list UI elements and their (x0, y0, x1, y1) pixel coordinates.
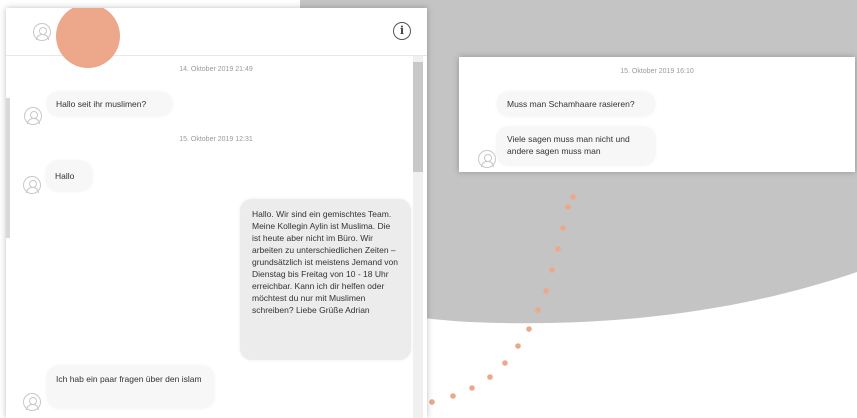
info-icon[interactable]: i (393, 22, 411, 40)
sender-avatar-icon (23, 393, 41, 411)
sender-avatar-icon (24, 107, 42, 125)
chat-window-snippet: 15. Oktober 2019 16:10 Muss man Schamhaa… (459, 57, 855, 172)
timestamp: 15. Oktober 2019 16:10 (620, 68, 694, 75)
accent-circle (56, 8, 120, 68)
message-bubble-incoming: Ich hab ein paar fragen über den islam (47, 366, 214, 408)
message-bubble-incoming: Viele sagen muss man nicht und andere sa… (497, 127, 655, 165)
sender-avatar-icon (478, 150, 496, 168)
timestamp: 15. Oktober 2019 12:31 (179, 136, 253, 143)
sender-avatar-icon (23, 176, 41, 194)
message-bubble-outgoing: Hallo. Wir sind ein gemischtes Team. Mei… (240, 199, 411, 360)
timestamp: 14. Oktober 2019 21:49 (179, 66, 253, 73)
message-bubble-incoming: Hallo seit ihr muslimen? (47, 92, 172, 116)
chat-window-main: i 14. Oktober 2019 21:49 Hallo seit ihr … (6, 8, 427, 418)
left-edge-indicator (6, 98, 10, 238)
scrollbar-thumb[interactable] (413, 62, 423, 172)
user-avatar-icon[interactable] (33, 23, 51, 41)
message-bubble-incoming: Muss man Schamhaare rasieren? (497, 92, 655, 116)
scrollbar[interactable] (413, 56, 423, 418)
message-bubble-incoming: Hallo (46, 161, 92, 191)
